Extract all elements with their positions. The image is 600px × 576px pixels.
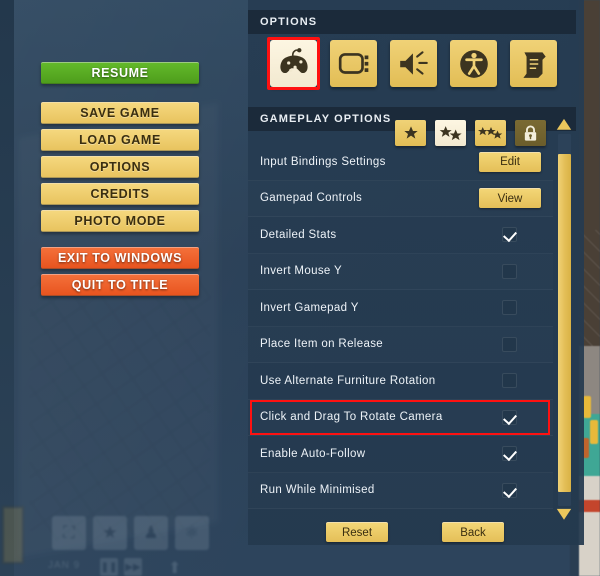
tab-gamepad[interactable]: [270, 40, 317, 87]
option-row-detailed-stats[interactable]: Detailed Stats: [248, 217, 553, 254]
save-game-button[interactable]: SAVE GAME: [41, 102, 199, 124]
alternate-furniture-rotation-checkbox[interactable]: [502, 373, 517, 389]
options-button[interactable]: OPTIONS: [41, 156, 199, 178]
reset-button[interactable]: Reset: [326, 522, 388, 542]
tab-display[interactable]: [330, 40, 377, 87]
tab-accessibility[interactable]: [450, 40, 497, 87]
option-label: Input Bindings Settings: [260, 155, 386, 168]
tab-credits[interactable]: [510, 40, 557, 87]
pause-menu: RESUME SAVE GAME LOAD GAME OPTIONS CREDI…: [0, 0, 240, 576]
accessibility-icon: [459, 49, 488, 78]
option-label: Detailed Stats: [260, 228, 337, 241]
difficulty-tab-two-stars[interactable]: [435, 120, 466, 146]
edit-input-bindings-button[interactable]: Edit: [479, 151, 541, 172]
difficulty-tab-one-star[interactable]: [395, 120, 426, 146]
two-stars-icon: [439, 125, 462, 140]
click-drag-rotate-camera-checkbox[interactable]: [502, 409, 517, 425]
option-label: Run While Minimised: [260, 484, 375, 497]
display-icon: [338, 52, 368, 74]
option-row-place-item-on-release[interactable]: Place Item on Release: [248, 327, 553, 363]
audio-icon: [399, 50, 428, 75]
exit-to-windows-button[interactable]: EXIT TO WINDOWS: [41, 247, 199, 269]
place-item-on-release-checkbox[interactable]: [502, 336, 517, 352]
option-label: Gamepad Controls: [260, 192, 363, 205]
option-row-gamepad-controls[interactable]: Gamepad Controls View: [248, 181, 553, 217]
difficulty-tab-three-stars[interactable]: [475, 120, 506, 146]
option-row-enable-auto-follow[interactable]: Enable Auto-Follow: [248, 436, 553, 473]
options-tab-strip: [270, 40, 557, 87]
load-game-button[interactable]: LOAD GAME: [41, 129, 199, 151]
scrollbar-thumb[interactable]: [558, 154, 571, 492]
detailed-stats-checkbox[interactable]: [502, 227, 517, 243]
difficulty-tab-locked[interactable]: [515, 120, 546, 146]
option-label: Invert Gamepad Y: [260, 301, 359, 314]
padlock-icon: [524, 125, 537, 141]
view-gamepad-controls-button[interactable]: View: [479, 188, 541, 209]
option-row-alternate-furniture-rotation[interactable]: Use Alternate Furniture Rotation: [248, 363, 553, 400]
back-button[interactable]: Back: [442, 522, 504, 542]
credits-button[interactable]: CREDITS: [41, 183, 199, 205]
options-scrollbar[interactable]: [555, 118, 575, 522]
difficulty-tab-strip: [395, 120, 546, 146]
run-while-minimised-checkbox[interactable]: [502, 482, 517, 498]
options-panel: OPTIONS GAMEPLAY OPTIONS Input Bindings …: [248, 0, 584, 545]
invert-gamepad-y-checkbox[interactable]: [502, 300, 517, 316]
option-row-input-bindings[interactable]: Input Bindings Settings Edit: [248, 144, 553, 181]
option-label: Click and Drag To Rotate Camera: [260, 411, 443, 424]
option-label: Place Item on Release: [260, 338, 384, 351]
option-row-invert-gamepad-y[interactable]: Invert Gamepad Y: [248, 290, 553, 327]
tab-audio[interactable]: [390, 40, 437, 87]
options-footer: Reset Back: [248, 522, 584, 542]
option-row-invert-mouse-y[interactable]: Invert Mouse Y: [248, 254, 553, 290]
photo-mode-button[interactable]: PHOTO MODE: [41, 210, 199, 232]
invert-mouse-y-checkbox[interactable]: [502, 263, 517, 279]
option-row-click-drag-rotate-camera[interactable]: Click and Drag To Rotate Camera: [248, 399, 553, 436]
quit-to-title-button[interactable]: QUIT TO TITLE: [41, 274, 199, 296]
options-panel-title: OPTIONS: [248, 10, 576, 34]
enable-auto-follow-checkbox[interactable]: [502, 446, 517, 462]
gamepad-icon: [279, 47, 308, 73]
option-label: Invert Mouse Y: [260, 265, 343, 278]
scroll-up-arrow-icon[interactable]: [555, 118, 573, 132]
options-list: Input Bindings Settings Edit Gamepad Con…: [248, 144, 553, 509]
credits-scroll-icon: [522, 51, 546, 78]
option-label: Use Alternate Furniture Rotation: [260, 374, 436, 387]
one-star-icon: [403, 126, 418, 139]
scroll-down-arrow-icon[interactable]: [555, 508, 573, 522]
resume-button[interactable]: RESUME: [41, 62, 199, 84]
option-row-run-while-minimised[interactable]: Run While Minimised: [248, 473, 553, 509]
option-label: Enable Auto-Follow: [260, 447, 366, 460]
three-stars-icon: [477, 126, 502, 139]
